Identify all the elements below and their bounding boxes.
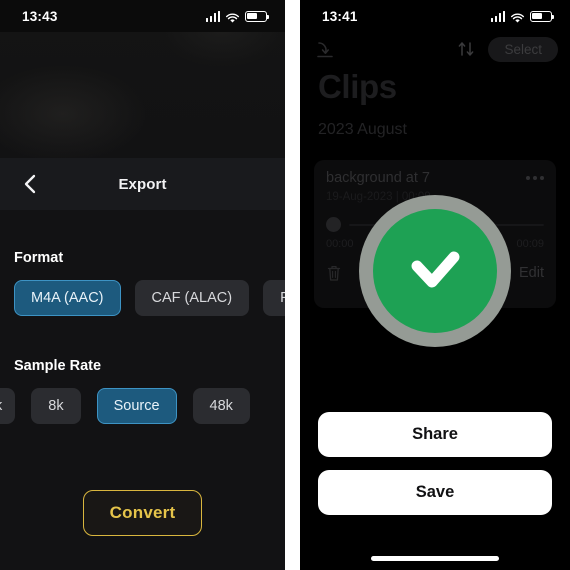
checkmark-icon [411, 251, 460, 288]
status-time: 13:41 [322, 8, 358, 24]
checkmark-circle [373, 209, 497, 333]
sample-rate-chip-row[interactable]: k 8k Source 48k [0, 388, 285, 424]
status-time: 13:43 [22, 8, 58, 24]
rate-chip-8k-label: 8k [48, 398, 64, 414]
format-chip-row[interactable]: M4A (AAC) CAF (ALAC) F [0, 280, 285, 316]
toolbar-right-group: Select [456, 36, 558, 62]
edit-button[interactable]: Edit [519, 265, 544, 281]
share-button[interactable]: Share [318, 412, 552, 457]
more-dots-icon[interactable] [526, 170, 544, 180]
format-chip-caf[interactable]: CAF (ALAC) [134, 280, 250, 316]
cellular-bars-icon [490, 10, 505, 22]
save-button[interactable]: Save [318, 470, 552, 515]
export-sheet: Export Format M4A (AAC) CAF (ALAC) F Sam… [0, 158, 285, 570]
home-indicator [371, 556, 499, 561]
left-status-bar: 13:43 [0, 0, 285, 32]
rate-chip-source-label: Source [113, 398, 160, 414]
cellular-bars-icon [205, 10, 220, 22]
clip-title: background at 7 [326, 170, 430, 186]
sheet-header: Export [0, 158, 285, 210]
format-chip-m4a[interactable]: M4A (AAC) [14, 280, 121, 316]
success-check-overlay [359, 195, 511, 347]
battery-icon [245, 10, 270, 22]
format-chip-partial[interactable]: F [263, 280, 285, 316]
rate-chip-8k[interactable]: 8k [31, 388, 81, 424]
clip-time-end: 00:09 [516, 238, 544, 250]
rate-chip-source[interactable]: Source [96, 388, 177, 424]
rate-chip-48k[interactable]: 48k [192, 388, 250, 424]
screenshot-stage: 13:43 Export Format M4A (AAC) CAF (ALAC)… [0, 0, 570, 570]
rate-chip-partial[interactable]: k [0, 388, 16, 424]
right-phone-panel: 13:41 Select Clips 2023 August backgroun… [300, 0, 570, 570]
wifi-icon [510, 11, 525, 23]
clips-toolbar: Select [300, 34, 570, 64]
status-icon-group [205, 10, 270, 23]
wifi-icon [225, 11, 240, 23]
battery-icon [530, 10, 555, 22]
sort-arrows-icon[interactable] [456, 39, 476, 59]
convert-button-wrap: Convert [0, 490, 285, 536]
format-chip-m4a-label: M4A (AAC) [31, 290, 104, 306]
format-chip-caf-label: CAF (ALAC) [151, 290, 233, 306]
format-section-label: Format [14, 250, 64, 266]
panel-divider [285, 0, 300, 570]
format-chip-partial-label: F [280, 290, 285, 306]
chevron-left-icon[interactable] [22, 173, 38, 195]
status-icon-group [490, 10, 555, 23]
rate-chip-partial-label: k [0, 398, 2, 414]
action-sheet-buttons: Share Save [318, 412, 552, 515]
right-status-bar: 13:41 [300, 0, 570, 32]
left-phone-panel: 13:43 Export Format M4A (AAC) CAF (ALAC)… [0, 0, 285, 570]
import-arrow-icon[interactable] [314, 38, 336, 60]
select-button[interactable]: Select [488, 36, 558, 62]
sheet-title: Export [118, 175, 167, 193]
page-title: Clips [318, 68, 397, 105]
section-header-month: 2023 August [318, 121, 407, 138]
sample-rate-section-label: Sample Rate [14, 358, 102, 374]
scrubber-handle[interactable] [326, 217, 341, 232]
clip-time-start: 00:00 [326, 238, 354, 250]
convert-button[interactable]: Convert [82, 490, 203, 536]
trash-icon[interactable] [326, 264, 342, 282]
rate-chip-48k-label: 48k [209, 398, 233, 414]
